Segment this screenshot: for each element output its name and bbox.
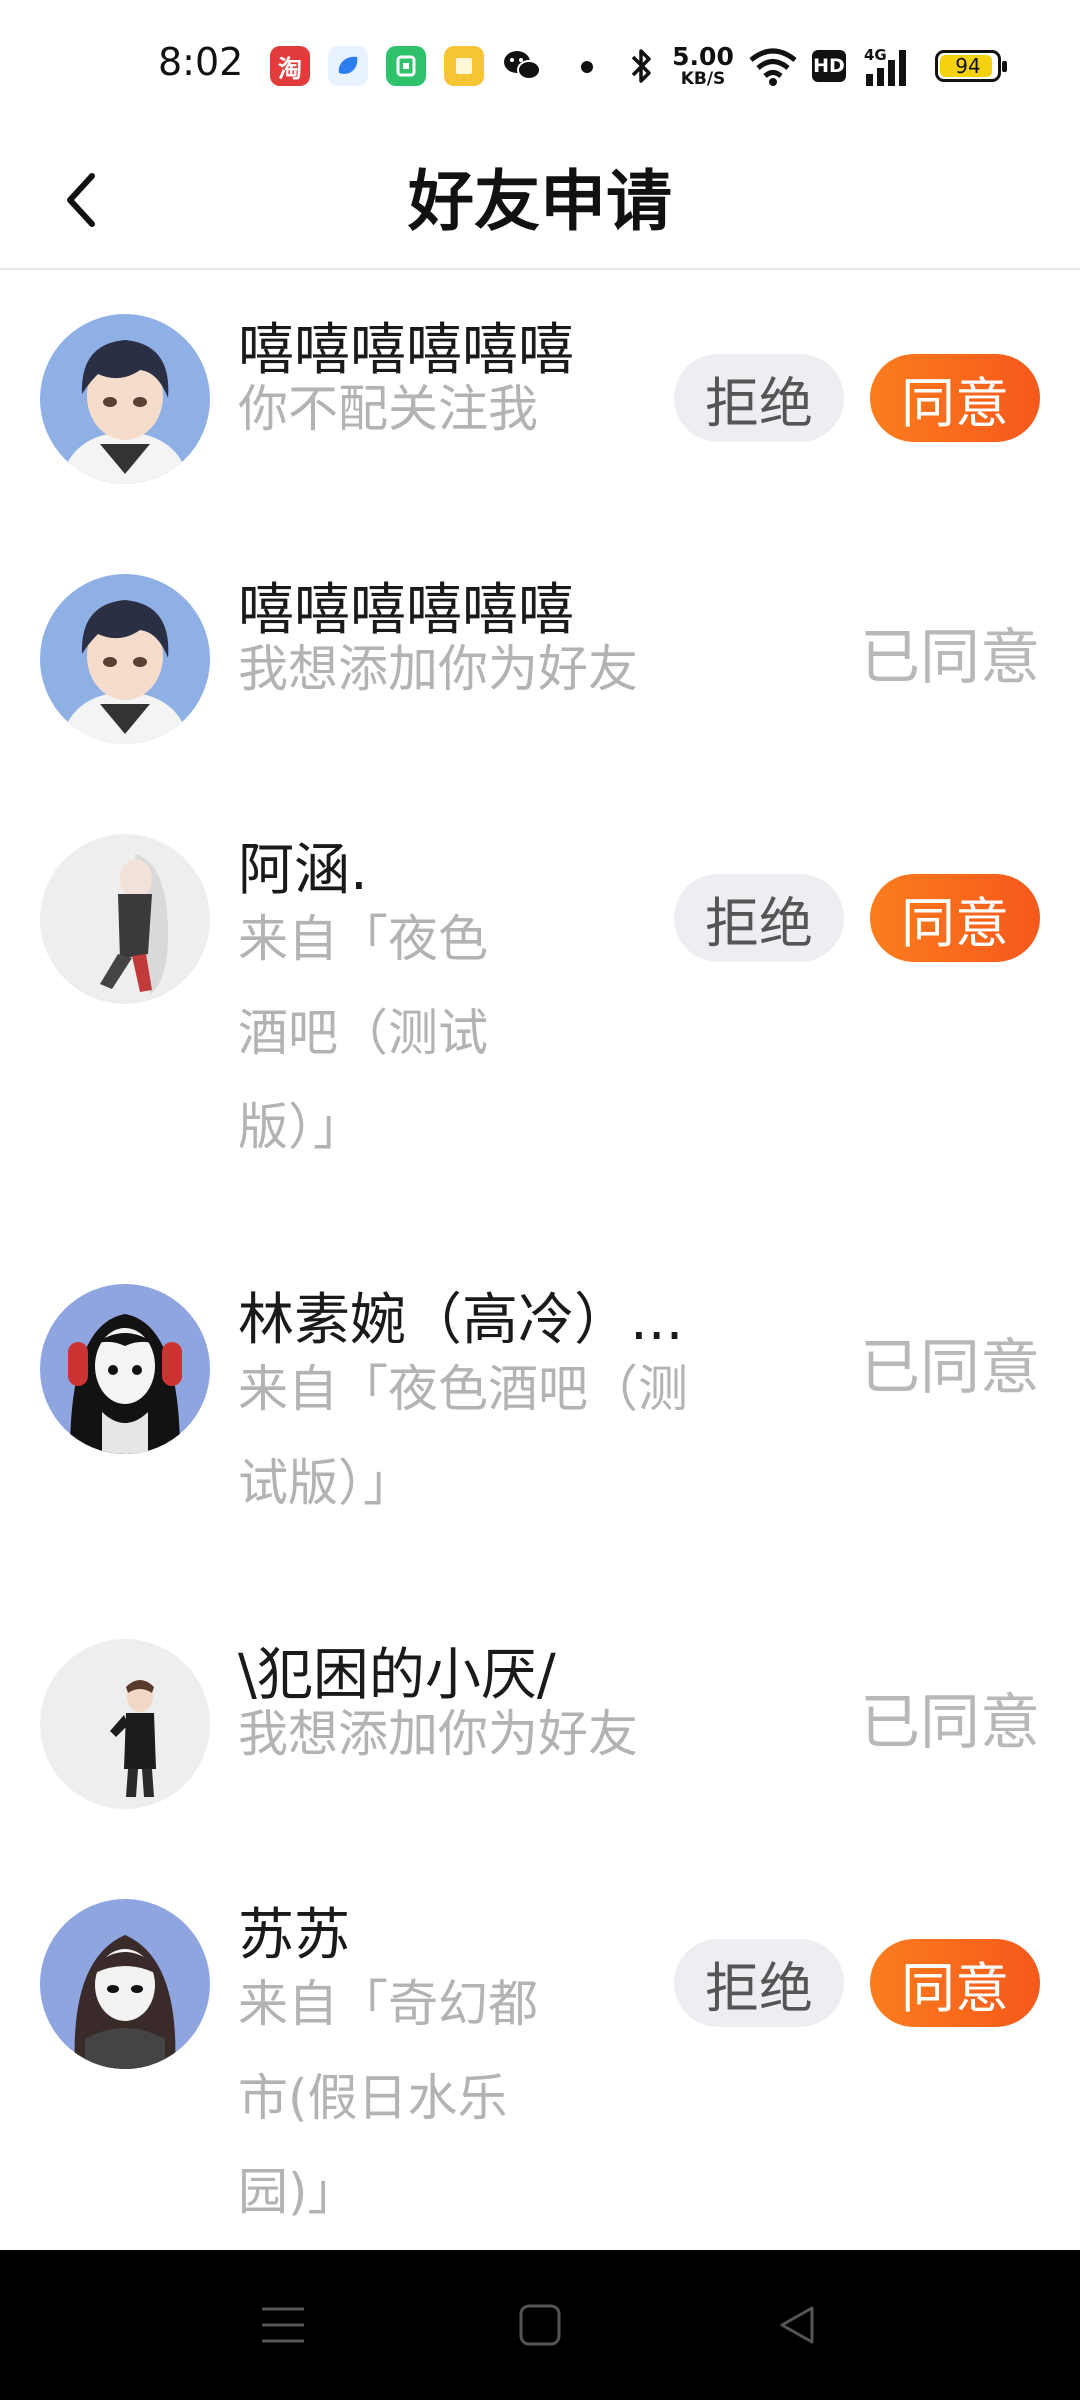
page-title: 好友申请 — [408, 163, 672, 240]
request-message-line: 来自「奇幻都 — [238, 1975, 538, 2033]
request-message-line: 酒吧（测试 — [238, 1004, 488, 1062]
menu-icon — [262, 2307, 304, 2343]
avatar[interactable] — [40, 574, 210, 744]
request-message-line: 试版）」 — [238, 1454, 413, 1512]
app-header: 好友申请 — [0, 135, 1080, 270]
yellow-app-icon — [444, 46, 484, 86]
friend-request-row: 苏苏 来自「奇幻都 市(假日水乐 园)」 拒绝 同意 — [0, 1857, 1080, 2250]
reject-button[interactable]: 拒绝 — [674, 354, 844, 442]
friend-request-row: 嘻嘻嘻嘻嘻嘻 我想添加你为好友 已同意 — [0, 532, 1080, 792]
status-time: 8:02 — [158, 40, 244, 84]
request-message-line: 版）」 — [238, 1098, 363, 1156]
menu-button[interactable] — [238, 2290, 328, 2360]
request-message: 我想添加你为好友 — [238, 1705, 638, 1763]
notification-dot — [581, 61, 593, 73]
request-message-line: 来自「夜色 — [238, 910, 488, 968]
accepted-status: 已同意 — [860, 623, 1040, 693]
accept-button[interactable]: 同意 — [870, 1939, 1040, 2027]
avatar[interactable] — [40, 834, 210, 1004]
reject-button[interactable]: 拒绝 — [674, 1939, 844, 2027]
request-message: 来自「夜色 酒吧（测试 版）」 — [238, 892, 488, 1174]
reject-button[interactable]: 拒绝 — [674, 874, 844, 962]
green-app-icon — [386, 46, 426, 86]
friend-request-row: 阿涵. 来自「夜色 酒吧（测试 版）」 拒绝 同意 — [0, 792, 1080, 1242]
request-message: 来自「奇幻都 市(假日水乐 园)」 — [238, 1957, 538, 2239]
request-message: 我想添加你为好友 — [238, 640, 638, 698]
signal-icon: 4G — [862, 44, 918, 92]
blue-app-icon — [328, 46, 368, 86]
request-message: 你不配关注我 — [238, 380, 538, 438]
accepted-status: 已同意 — [860, 1688, 1040, 1758]
request-message: 来自「夜色酒吧（测 试版）」 — [238, 1342, 688, 1530]
back-triangle-icon — [780, 2306, 814, 2344]
hd-badge: HD — [812, 50, 846, 82]
request-message-line: 来自「夜色酒吧（测 — [238, 1360, 688, 1418]
network-speed-unit: KB/S — [680, 69, 726, 89]
bluetooth-icon — [628, 46, 654, 95]
network-speed-value: 5.00 — [672, 42, 734, 71]
avatar[interactable] — [40, 314, 210, 484]
taobao-app-icon: 淘 — [270, 46, 310, 86]
friend-request-row: 林素婉（高冷）... 来自「夜色酒吧（测 试版）」 已同意 — [0, 1242, 1080, 1597]
accepted-status: 已同意 — [860, 1333, 1040, 1403]
friend-request-row: \犯困的小厌/ 我想添加你为好友 已同意 — [0, 1597, 1080, 1857]
network-speed: 5.00 KB/S — [670, 44, 736, 88]
avatar[interactable] — [40, 1899, 210, 2069]
request-message-line: 市(假日水乐 — [238, 2069, 508, 2127]
wechat-icon — [502, 46, 542, 86]
network-type-label: 4G — [864, 46, 887, 64]
status-bar: 8:02 淘 5.00 KB/S HD 4G 94 — [0, 0, 1080, 135]
request-message-line: 园)」 — [238, 2163, 358, 2221]
accept-button[interactable]: 同意 — [870, 874, 1040, 962]
friend-request-row: 嘻嘻嘻嘻嘻嘻 你不配关注我 拒绝 同意 — [0, 272, 1080, 532]
home-square-icon — [519, 2304, 561, 2346]
friend-request-list: 嘻嘻嘻嘻嘻嘻 你不配关注我 拒绝 同意 嘻嘻嘻嘻嘻嘻 我想添加你为好友 已同意 — [0, 272, 1080, 2250]
wifi-icon — [748, 46, 798, 90]
system-navigation-bar — [0, 2250, 1080, 2400]
battery-level: 94 — [955, 54, 981, 78]
avatar[interactable] — [40, 1639, 210, 1809]
avatar[interactable] — [40, 1284, 210, 1454]
accept-button[interactable]: 同意 — [870, 354, 1040, 442]
back-nav-button[interactable] — [752, 2290, 842, 2360]
home-button[interactable] — [495, 2290, 585, 2360]
battery-icon: 94 — [935, 50, 1007, 82]
